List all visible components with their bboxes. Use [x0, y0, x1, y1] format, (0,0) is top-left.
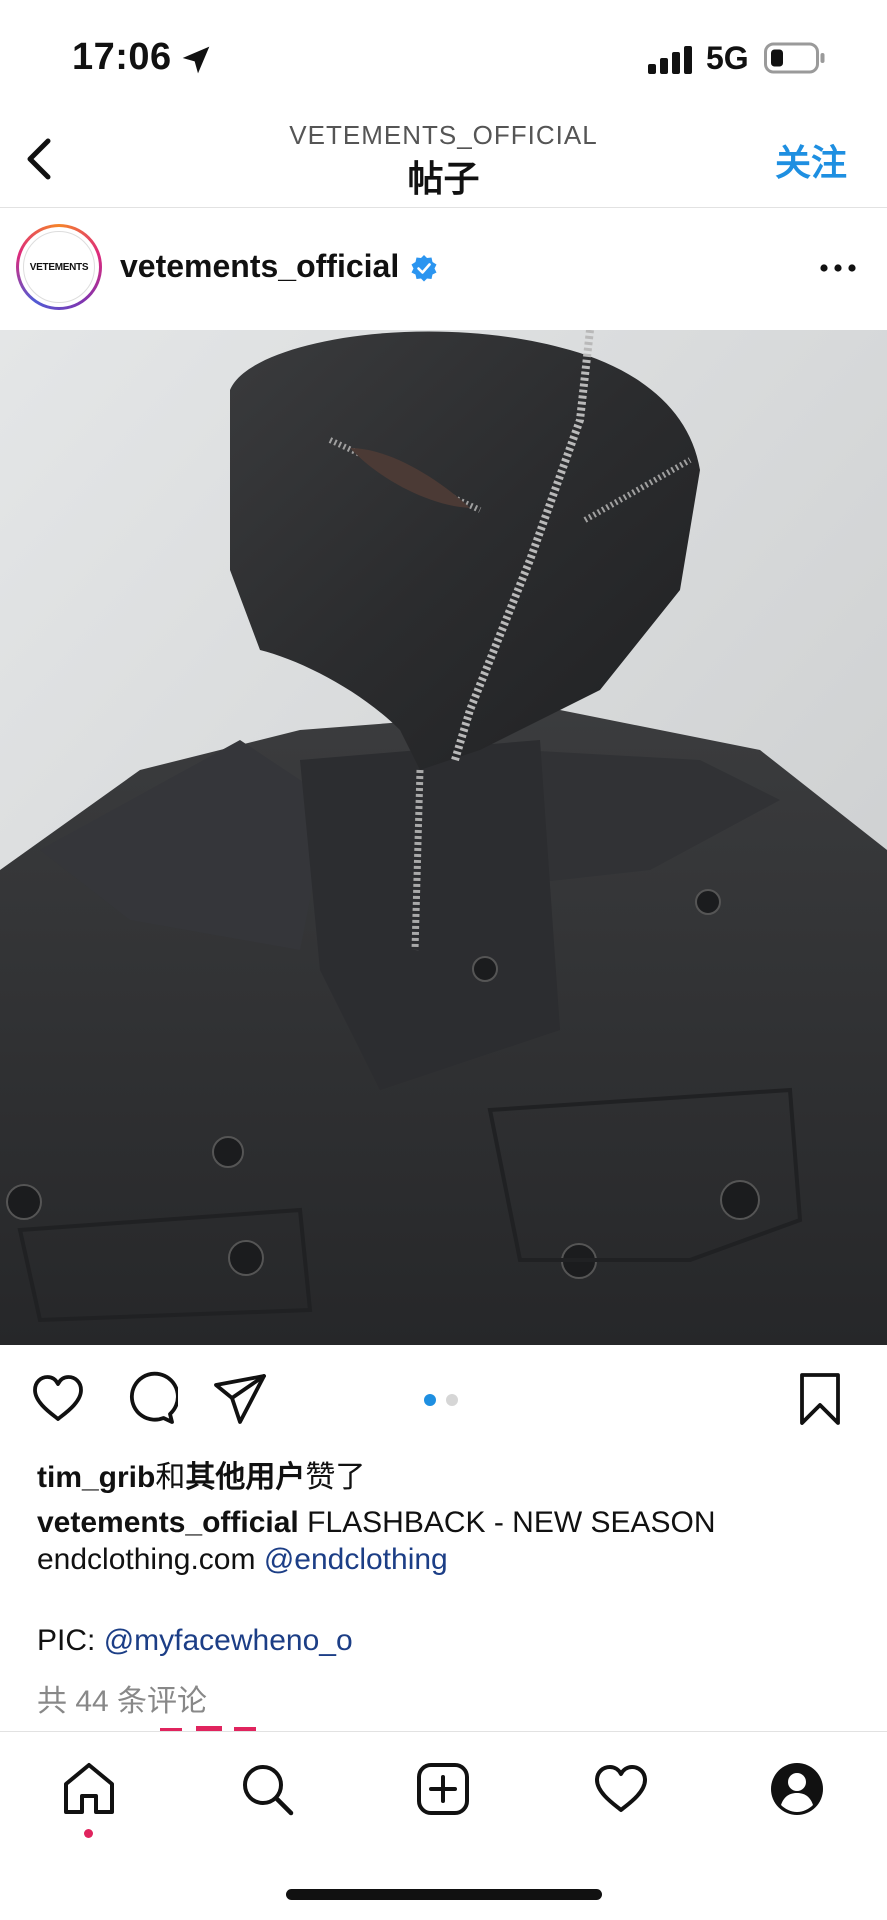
more-icon[interactable] — [818, 258, 858, 278]
caption-username[interactable]: vetements_official — [37, 1506, 299, 1539]
new-post-icon[interactable] — [414, 1760, 472, 1818]
masked-figure-illustration — [0, 330, 887, 1345]
liker-username[interactable]: tim_grib — [37, 1461, 155, 1494]
tab-bar — [0, 1731, 887, 1920]
status-bar: 17:06 5G — [0, 0, 887, 110]
search-icon[interactable] — [238, 1760, 296, 1818]
home-indicator — [286, 1889, 602, 1900]
likes-connector: 和 — [155, 1461, 186, 1494]
battery-icon — [764, 42, 825, 74]
carousel-dot-active — [424, 1394, 436, 1406]
activity-icon[interactable] — [592, 1760, 650, 1818]
page-title: 帖子 — [407, 158, 480, 199]
caption-mention[interactable]: @endclothing — [264, 1543, 448, 1576]
author-username[interactable]: vetements_official — [120, 248, 399, 285]
status-time: 17:06 — [72, 36, 172, 78]
post-screen: 17:06 5G VETEMENTS_OFFICIAL 帖子 关注 VETEME… — [0, 0, 887, 1920]
like-icon[interactable] — [30, 1371, 86, 1427]
avatar[interactable]: VETEMENTS — [23, 231, 95, 303]
comment-icon[interactable] — [122, 1371, 178, 1427]
post-action-bar — [0, 1345, 887, 1451]
post-caption: vetements_official FLASHBACK - NEW SEASO… — [37, 1504, 857, 1578]
location-arrow-icon — [182, 46, 210, 74]
header-subtitle: VETEMENTS_OFFICIAL — [289, 120, 598, 150]
caption-credit: PIC: @myfacewheno_o — [37, 1624, 353, 1658]
save-icon[interactable] — [792, 1371, 848, 1427]
nav-header: VETEMENTS_OFFICIAL 帖子 关注 — [0, 110, 887, 208]
follow-button[interactable]: 关注 — [775, 134, 847, 186]
likes-others[interactable]: 其他用户 — [185, 1461, 305, 1494]
profile-icon[interactable] — [768, 1760, 826, 1818]
credit-label: PIC: — [37, 1624, 96, 1657]
carousel-indicator — [424, 1393, 468, 1411]
view-comments-link[interactable]: 共 44 条评论 — [37, 1676, 207, 1720]
verified-icon — [411, 255, 437, 282]
notification-dot — [84, 1829, 93, 1838]
likes-suffix: 赞了 — [305, 1461, 366, 1494]
post-photo[interactable] — [0, 330, 887, 1345]
home-icon[interactable] — [60, 1760, 118, 1818]
network-label: 5G — [706, 40, 749, 76]
likes-summary[interactable]: tim_grib和其他用户赞了 — [37, 1452, 365, 1496]
share-icon[interactable] — [212, 1371, 268, 1427]
carousel-dot — [446, 1394, 458, 1406]
caption-text: FLASHBACK - NEW SEASON — [307, 1506, 716, 1539]
credit-mention[interactable]: @myfacewheno_o — [104, 1624, 353, 1657]
story-ring[interactable]: VETEMENTS — [16, 224, 102, 310]
post-author-row: VETEMENTS vetements_official — [0, 208, 887, 330]
caption-link-text: endclothing.com — [37, 1543, 256, 1576]
signal-icon — [648, 46, 692, 74]
